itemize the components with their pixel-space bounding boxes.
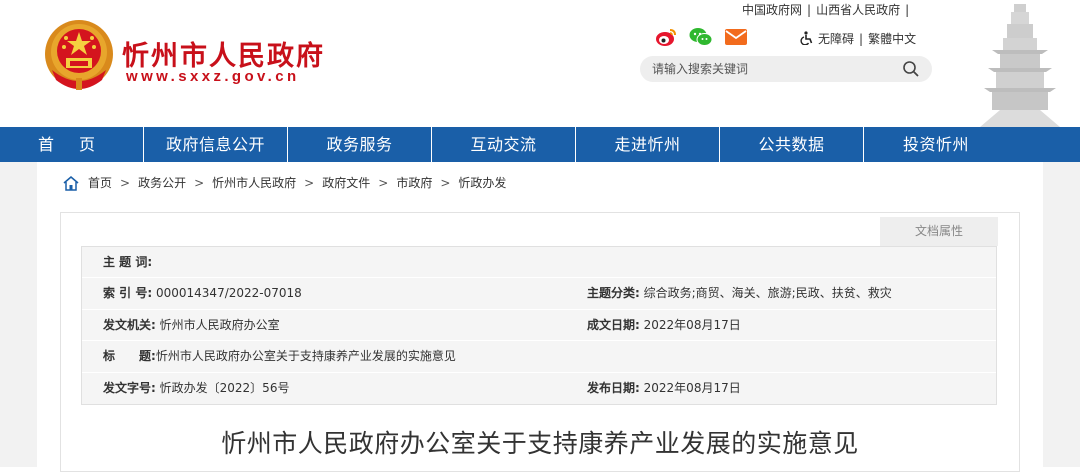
doc-properties-tab[interactable]: 文档属性 xyxy=(880,217,998,246)
meta-issuer: 发文机关: 忻州市人民政府办公室 xyxy=(103,310,280,341)
nav-public-data[interactable]: 公共数据 xyxy=(720,127,864,162)
subject-label: 主 题 词: xyxy=(103,255,153,269)
meta-row: 发文字号: 忻政办发〔2022〕56号 发布日期: 2022年08月17日 xyxy=(82,373,996,404)
top-link-gov[interactable]: 中国政府网 xyxy=(742,3,802,17)
nav-invest[interactable]: 投资忻州 xyxy=(864,127,1008,162)
accessibility-icon xyxy=(800,31,813,46)
doc-metadata-table: 主 题 词: 索 引 号: 000014347/2022-07018 主题分类:… xyxy=(81,246,997,405)
meta-docno: 发文字号: 忻政办发〔2022〕56号 xyxy=(103,373,289,404)
created-label: 成文日期: xyxy=(587,317,640,332)
nav-interaction[interactable]: 互动交流 xyxy=(432,127,576,162)
breadcrumb-item[interactable]: 忻政办发 xyxy=(458,174,506,191)
meta-row: 主 题 词: xyxy=(82,247,996,279)
breadcrumb-item[interactable]: 市政府 xyxy=(396,174,432,191)
left-gutter xyxy=(0,162,37,467)
wechat-icon[interactable] xyxy=(689,27,713,47)
index-label: 索 引 号: xyxy=(103,286,153,301)
meta-category: 主题分类: 综合政务;商贸、海关、旅游;民政、扶贫、救灾 xyxy=(587,278,892,309)
divider: | xyxy=(807,3,812,17)
created-value: 2022年08月17日 xyxy=(643,317,741,332)
meta-created: 成文日期: 2022年08月17日 xyxy=(587,310,741,341)
divider: | xyxy=(859,32,864,46)
search-icon[interactable] xyxy=(902,60,920,78)
meta-published: 发布日期: 2022年08月17日 xyxy=(587,373,741,404)
home-icon[interactable] xyxy=(62,175,80,191)
search-input[interactable] xyxy=(652,60,892,78)
breadcrumb-separator: > xyxy=(378,175,389,190)
published-value: 2022年08月17日 xyxy=(643,380,741,395)
issuer-label: 发文机关: xyxy=(103,317,156,332)
right-gutter xyxy=(1043,162,1080,467)
meta-row: 索 引 号: 000014347/2022-07018 主题分类: 综合政务;商… xyxy=(82,278,996,310)
title-value: 忻州市人民政府办公室关于支持康养产业发展的实施意见 xyxy=(155,349,456,364)
issuer-value: 忻州市人民政府办公室 xyxy=(159,317,280,332)
published-label: 发布日期: xyxy=(587,380,640,395)
meta-index: 索 引 号: 000014347/2022-07018 xyxy=(103,278,302,309)
nav-about-xinzhou[interactable]: 走进忻州 xyxy=(576,127,720,162)
search-box xyxy=(640,56,932,82)
traditional-chinese-link[interactable]: 繁體中文 xyxy=(868,32,916,46)
docno-label: 发文字号: xyxy=(103,380,156,395)
pagoda-icon xyxy=(960,0,1080,127)
divider: | xyxy=(905,3,910,17)
breadcrumb-separator: > xyxy=(440,175,451,190)
weibo-icon[interactable] xyxy=(655,27,677,47)
breadcrumb-item[interactable]: 政府文件 xyxy=(322,174,370,191)
site-url[interactable]: www.sxxz.gov.cn xyxy=(126,68,300,85)
meta-row: 发文机关: 忻州市人民政府办公室 成文日期: 2022年08月17日 xyxy=(82,310,996,342)
national-emblem-icon[interactable] xyxy=(42,18,116,94)
nav-gov-info[interactable]: 政府信息公开 xyxy=(144,127,288,162)
meta-title: 标 题:忻州市人民政府办公室关于支持康养产业发展的实施意见 xyxy=(103,341,456,372)
meta-row: 标 题:忻州市人民政府办公室关于支持康养产业发展的实施意见 xyxy=(82,341,996,373)
accessibility-links: 无障碍 | 繁體中文 xyxy=(800,30,916,47)
main-nav: 首 页 政府信息公开 政务服务 互动交流 走进忻州 公共数据 投资忻州 xyxy=(0,127,1080,162)
breadcrumb-item[interactable]: 政务公开 xyxy=(138,174,186,191)
category-value: 综合政务;商贸、海关、旅游;民政、扶贫、救灾 xyxy=(643,286,892,301)
document-title: 忻州市人民政府办公室关于支持康养产业发展的实施意见 xyxy=(221,429,859,458)
site-header: 忻州市人民政府 www.sxxz.gov.cn 中国政府网 | 山西省人民政府 | 无… xyxy=(0,0,1080,127)
breadcrumb: 首页 > 政务公开 > 忻州市人民政府 > 政府文件 > 市政府 > 忻政办发 xyxy=(62,174,506,191)
mail-icon[interactable] xyxy=(724,27,748,47)
barrier-free-link[interactable]: 无障碍 xyxy=(818,32,854,46)
nav-services[interactable]: 政务服务 xyxy=(288,127,432,162)
index-value: 000014347/2022-07018 xyxy=(155,286,302,301)
breadcrumb-separator: > xyxy=(194,175,205,190)
meta-subject: 主 题 词: xyxy=(103,247,152,278)
title-label: 标 题: xyxy=(103,349,156,364)
breadcrumb-item[interactable]: 首页 xyxy=(88,174,112,191)
docno-value: 忻政办发〔2022〕56号 xyxy=(159,380,290,395)
nav-home[interactable]: 首 页 xyxy=(0,127,144,162)
category-label: 主题分类: xyxy=(587,286,640,301)
breadcrumb-separator: > xyxy=(304,175,315,190)
breadcrumb-item[interactable]: 忻州市人民政府 xyxy=(212,174,296,191)
breadcrumb-separator: > xyxy=(120,175,131,190)
top-link-shanxi[interactable]: 山西省人民政府 xyxy=(816,3,900,17)
top-links: 中国政府网 | 山西省人民政府 | xyxy=(742,1,914,18)
